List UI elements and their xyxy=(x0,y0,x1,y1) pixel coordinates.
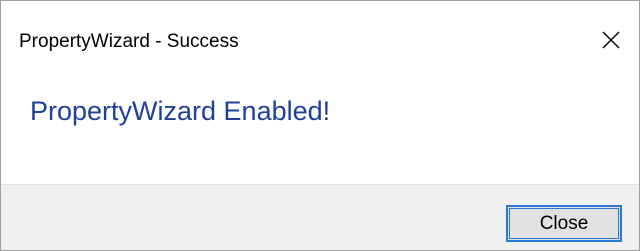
window-title: PropertyWizard - Success xyxy=(19,31,239,52)
close-button[interactable]: Close xyxy=(506,205,622,242)
title-bar-close-button[interactable] xyxy=(589,22,633,58)
dialog-content: PropertyWizard Enabled! xyxy=(1,61,639,184)
success-message: PropertyWizard Enabled! xyxy=(30,96,331,126)
close-icon xyxy=(602,31,620,49)
title-bar: PropertyWizard - Success xyxy=(1,1,639,61)
message-dialog: PropertyWizard - Success PropertyWizard … xyxy=(0,0,640,251)
dialog-footer: Close xyxy=(1,184,639,250)
